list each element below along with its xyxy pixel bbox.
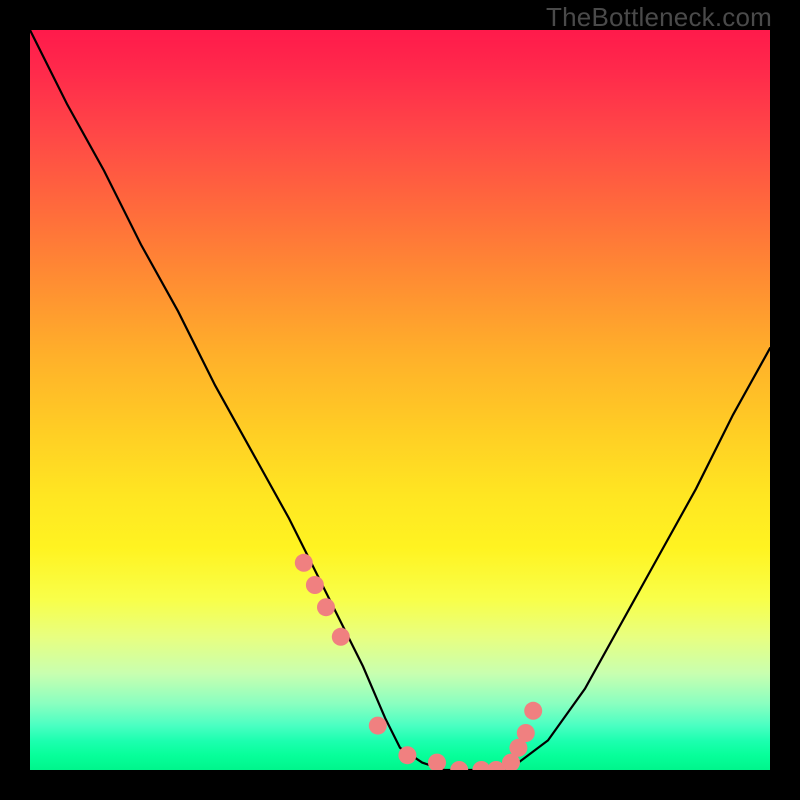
marker-dot bbox=[524, 702, 542, 720]
marker-dot bbox=[317, 598, 335, 616]
watermark-text: TheBottleneck.com bbox=[546, 2, 772, 33]
plot-area bbox=[30, 30, 770, 770]
marker-dot bbox=[398, 746, 416, 764]
curve-line bbox=[30, 30, 770, 770]
marker-points bbox=[295, 554, 542, 770]
marker-dot bbox=[332, 628, 350, 646]
chart-frame: TheBottleneck.com bbox=[0, 0, 800, 800]
marker-dot bbox=[369, 717, 387, 735]
marker-dot bbox=[428, 754, 446, 770]
marker-dot bbox=[295, 554, 313, 572]
bottleneck-curve bbox=[30, 30, 770, 770]
marker-dot bbox=[517, 724, 535, 742]
marker-dot bbox=[306, 576, 324, 594]
marker-dot bbox=[450, 761, 468, 770]
chart-svg bbox=[30, 30, 770, 770]
